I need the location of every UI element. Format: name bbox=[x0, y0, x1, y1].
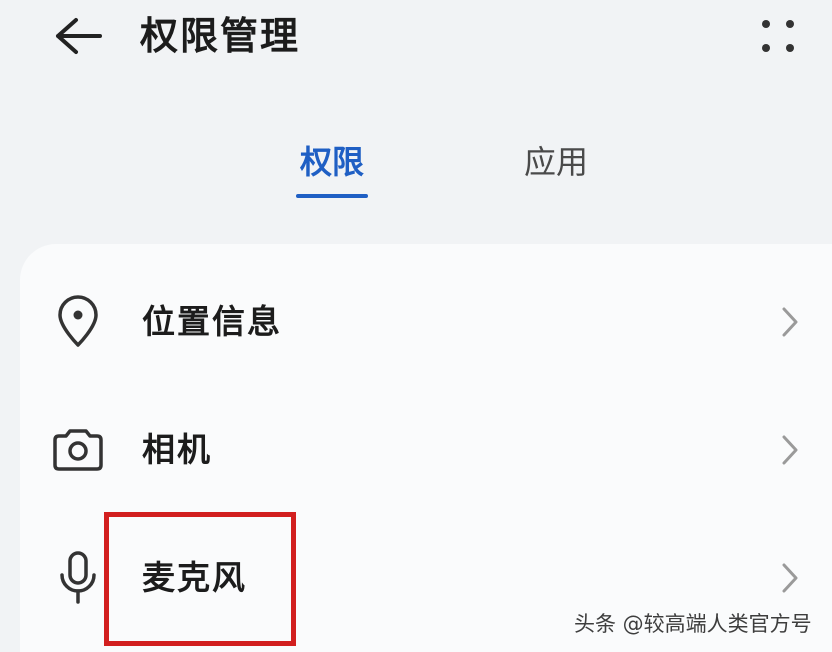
more-options-button[interactable] bbox=[748, 8, 808, 64]
app-header: 权限管理 bbox=[0, 0, 832, 80]
chevron-right-icon bbox=[778, 302, 802, 342]
permission-row-camera[interactable]: 相机 bbox=[20, 390, 832, 510]
active-tab-indicator bbox=[296, 194, 368, 198]
back-button[interactable] bbox=[48, 8, 108, 64]
more-dots-icon bbox=[762, 20, 794, 52]
location-pin-icon bbox=[50, 292, 106, 352]
microphone-icon bbox=[50, 548, 106, 608]
tab-bar: 权限 应用 bbox=[0, 130, 832, 210]
permission-row-location[interactable]: 位置信息 bbox=[20, 262, 832, 382]
permission-label: 位置信息 bbox=[142, 302, 282, 341]
watermark-text: 头条 @较高端人类官方号 bbox=[574, 612, 812, 636]
arrow-left-icon bbox=[56, 18, 102, 54]
tab-permissions[interactable]: 权限 bbox=[272, 130, 392, 200]
highlight-annotation-box bbox=[104, 512, 296, 646]
chevron-right-icon bbox=[778, 558, 802, 598]
tab-apps[interactable]: 应用 bbox=[496, 130, 616, 200]
chevron-right-icon bbox=[778, 430, 802, 470]
page-title: 权限管理 bbox=[140, 14, 301, 58]
camera-icon bbox=[50, 420, 106, 480]
permission-label: 相机 bbox=[142, 430, 212, 469]
